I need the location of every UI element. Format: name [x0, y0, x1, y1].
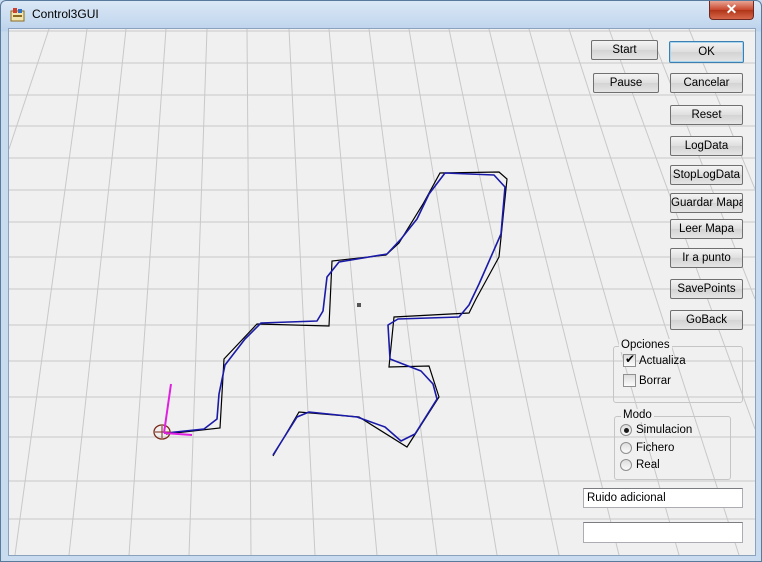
radio-simulacion[interactable]: Simulacion [620, 423, 720, 437]
checkbox-box [623, 374, 636, 387]
cancelar-button[interactable]: Cancelar [670, 73, 743, 93]
goback-button[interactable]: GoBack [670, 310, 743, 330]
window-title: Control3GUI [32, 7, 99, 21]
radio-selected-dot [624, 428, 629, 433]
radio-circle [620, 424, 632, 436]
actualiza-label: Actualiza [639, 355, 686, 367]
borrar-checkbox[interactable]: Borrar [623, 374, 733, 388]
close-window-button[interactable]: ✕ [709, 1, 754, 20]
title-bar[interactable]: Control3GUI ✕ [1, 1, 761, 27]
client-area: Start Pause OK Cancelar Reset LogData St… [8, 28, 756, 556]
ok-button[interactable]: OK [669, 41, 744, 63]
guardar-mapa-button[interactable]: Guardar Mapa [670, 193, 743, 213]
value-field[interactable] [583, 522, 743, 543]
radio-circle [620, 459, 632, 471]
close-icon: ✕ [725, 1, 738, 17]
savepoints-button[interactable]: SavePoints [670, 279, 743, 299]
actualiza-checkbox[interactable]: ✔ Actualiza [623, 352, 733, 368]
logdata-button[interactable]: LogData [670, 136, 743, 156]
real-label: Real [636, 459, 660, 471]
window-frame: Control3GUI ✕ Start Pause OK Cancelar Re… [0, 0, 762, 562]
checkbox-box: ✔ [623, 352, 636, 367]
leer-mapa-button[interactable]: Leer Mapa [670, 219, 743, 239]
modo-legend: Modo [621, 409, 654, 422]
stoplogdata-button[interactable]: StopLogData [670, 165, 743, 185]
opciones-legend: Opciones [619, 339, 672, 352]
map-center-marker [357, 303, 361, 307]
pause-button[interactable]: Pause [593, 73, 659, 93]
radio-fichero[interactable]: Fichero [620, 441, 720, 455]
radio-circle [620, 442, 632, 454]
fichero-label: Fichero [636, 442, 675, 454]
ruido-adicional-field[interactable]: Ruido adicional [583, 488, 743, 508]
radio-real[interactable]: Real [620, 458, 720, 472]
ir-a-punto-button[interactable]: Ir a punto [670, 248, 743, 268]
start-button[interactable]: Start [591, 40, 658, 60]
simulacion-label: Simulacion [636, 424, 693, 436]
reset-button[interactable]: Reset [670, 105, 743, 125]
check-icon: ✔ [625, 352, 636, 366]
app-window-icon [10, 8, 25, 22]
borrar-label: Borrar [639, 375, 671, 387]
